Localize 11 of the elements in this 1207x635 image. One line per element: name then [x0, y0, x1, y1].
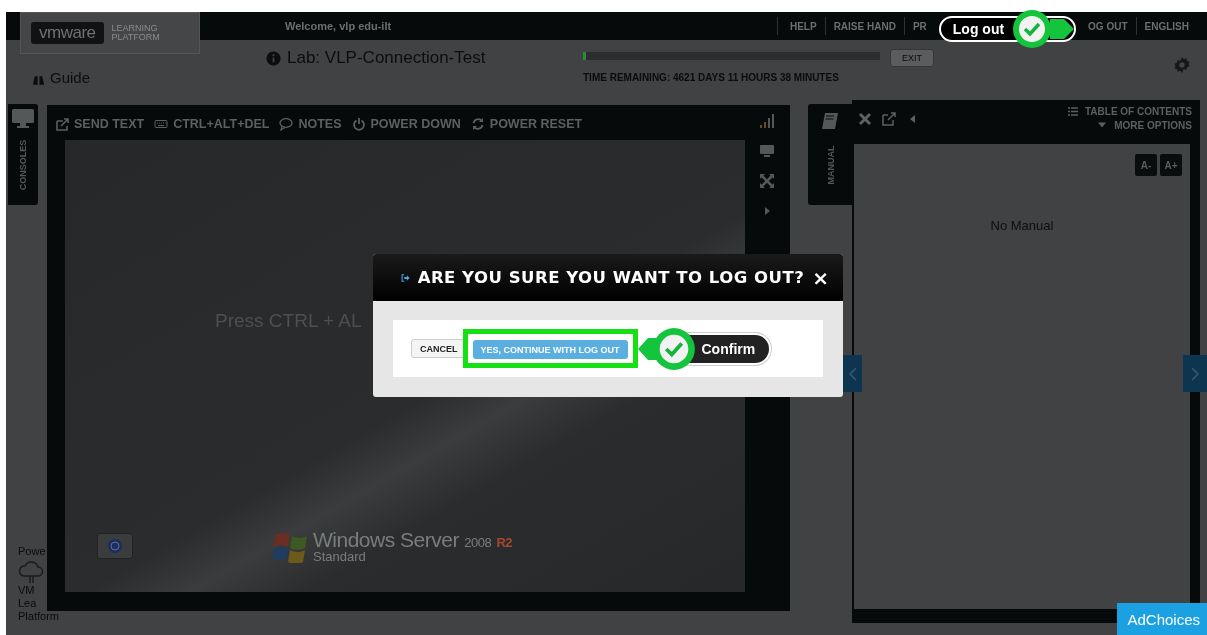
callout-label: Log out	[952, 21, 1006, 37]
product-name: PLATFORM	[111, 33, 160, 42]
tab-label: MANUAL	[825, 145, 835, 185]
os-edition: Standard	[313, 549, 367, 564]
product-name: LEARNING	[111, 24, 159, 33]
brand-logo: vmware	[31, 22, 104, 44]
os-name: Windows Server 2008 R2	[313, 528, 513, 552]
tab-label: CONSOLES	[18, 139, 28, 191]
callout-label: Confirm	[701, 340, 756, 357]
dialog-title: ARE YOU SURE YOU WANT TO LOG OUT?	[417, 268, 805, 287]
welcome-text: Welcome, vlp edu-ilt	[285, 20, 392, 32]
